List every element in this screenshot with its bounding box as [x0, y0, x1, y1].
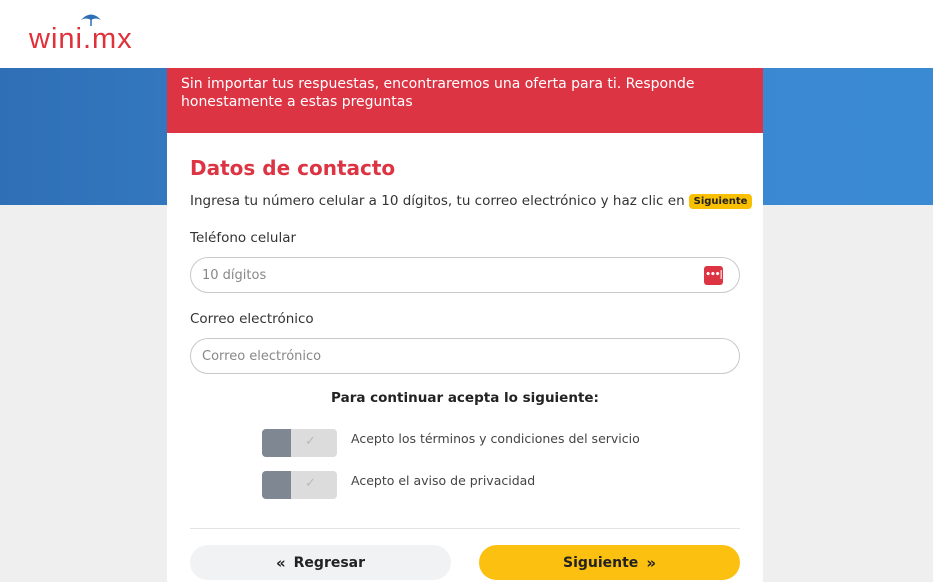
check-icon: ✓ — [305, 434, 316, 449]
next-button[interactable]: Siguiente » — [479, 545, 740, 580]
siguiente-badge: Siguiente — [688, 194, 753, 209]
next-button-label: Siguiente — [562, 554, 639, 571]
header: wini.mx — [0, 0, 933, 68]
phone-field-wrapper: •••| — [190, 257, 740, 293]
logo-text: wini.mx — [29, 23, 133, 55]
page-title: Datos de contacto — [190, 156, 396, 180]
phone-input[interactable] — [202, 266, 682, 284]
email-field-wrapper — [190, 338, 740, 374]
chevrons-right-icon: » — [646, 553, 657, 572]
email-input[interactable] — [202, 347, 682, 365]
privacy-toggle[interactable]: ✓ — [262, 471, 337, 499]
toggle-knob — [262, 471, 291, 499]
instruction-text: Ingresa tu número celular a 10 dígitos, … — [190, 193, 753, 209]
chevrons-left-icon: « — [275, 553, 286, 572]
logo[interactable]: wini.mx — [29, 10, 154, 58]
check-icon: ✓ — [305, 476, 316, 491]
phone-label: Teléfono celular — [190, 230, 297, 246]
password-manager-icon[interactable]: •••| — [704, 266, 723, 285]
divider — [190, 528, 740, 529]
toggle-knob — [262, 429, 291, 457]
email-label: Correo electrónico — [190, 311, 314, 327]
instruction-label: Ingresa tu número celular a 10 dígitos, … — [190, 193, 685, 209]
terms-toggle[interactable]: ✓ — [262, 429, 337, 457]
notice-banner: Sin importar tus respuestas, encontrarem… — [167, 68, 763, 133]
back-button[interactable]: « Regresar — [190, 545, 451, 580]
back-button-label: Regresar — [293, 554, 366, 571]
terms-label: Acepto los términos y condiciones del se… — [351, 431, 640, 446]
privacy-label: Acepto el aviso de privacidad — [351, 473, 536, 488]
accept-heading: Para continuar acepta lo siguiente: — [331, 390, 599, 406]
form-card: Sin importar tus respuestas, encontrarem… — [167, 68, 763, 582]
